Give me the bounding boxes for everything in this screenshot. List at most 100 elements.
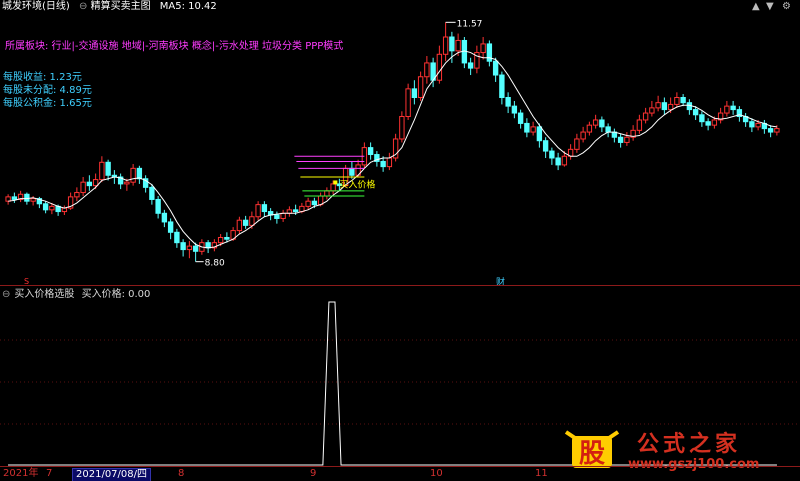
- candle-body: [405, 88, 411, 118]
- candle-body: [524, 122, 530, 133]
- candle-body: [711, 119, 718, 126]
- candle-body: [99, 161, 105, 181]
- candle-body: [86, 181, 93, 187]
- candle-body: [330, 183, 336, 192]
- candle-body: [236, 219, 243, 232]
- candle-body: [661, 102, 668, 111]
- high-price-label: 11.57: [457, 19, 483, 29]
- date-axis: 2021年 7 2021/07/08/四 8 9 10 11: [0, 466, 800, 481]
- indicator-menu-icon[interactable]: ⊖: [79, 0, 87, 14]
- candle-body: [30, 198, 36, 202]
- candle-body: [599, 119, 605, 128]
- indicator-name[interactable]: 精算买卖主图: [91, 0, 151, 14]
- candle-body: [192, 245, 199, 252]
- candle-body: [186, 245, 193, 251]
- svg-text:股: 股: [579, 439, 605, 469]
- candle-body: [180, 242, 186, 251]
- candle-body: [161, 212, 168, 223]
- ma5-line: [8, 50, 777, 249]
- candle-body: [536, 126, 543, 142]
- ma5-readout: MA5: 10.42: [159, 1, 217, 12]
- candle-body: [499, 74, 505, 98]
- candle-body: [605, 126, 611, 133]
- buy-price-readout: 买入价格: 0.00: [81, 289, 151, 300]
- candle-body: [580, 131, 586, 140]
- scroll-down-icon[interactable]: ▼: [766, 0, 774, 14]
- candle-body: [224, 236, 230, 240]
- candle-body: [505, 96, 511, 107]
- candle-body: [367, 147, 374, 156]
- title-bar: 城发环境(日线) ⊖ 精算买卖主图 MA5: 10.42: [0, 0, 800, 14]
- sub-indicator-menu-icon[interactable]: ⊖: [2, 289, 10, 300]
- candle-body: [155, 198, 161, 214]
- candle-body: [105, 161, 111, 176]
- candle-body: [542, 140, 549, 152]
- candle-body: [592, 119, 599, 126]
- sub-indicator-name[interactable]: 买入价格选股: [14, 289, 74, 300]
- candle-body: [730, 105, 736, 111]
- candle-body: [24, 193, 30, 202]
- candle-body: [411, 88, 418, 98]
- candle-body: [74, 192, 80, 198]
- buy-signal-marker: [333, 180, 338, 185]
- candle-body: [774, 128, 780, 133]
- selected-date[interactable]: 2021/07/08/四: [72, 468, 152, 481]
- candle-body: [530, 126, 536, 133]
- candle-body: [674, 96, 680, 105]
- axis-month-7: 7: [46, 468, 53, 479]
- axis-month-10: 10: [430, 468, 443, 479]
- gszj-logo: 股: [560, 426, 624, 470]
- watermark-text: 公式之家: [637, 432, 742, 457]
- axis-month-8: 8: [178, 468, 185, 479]
- candle-body: [130, 167, 136, 183]
- candle-body: [136, 167, 143, 180]
- candle-body: [80, 181, 86, 194]
- axis-month-9: 9: [310, 468, 317, 479]
- candle-body: [292, 209, 299, 213]
- candle-body: [49, 205, 55, 211]
- candle-body: [555, 157, 561, 166]
- candle-body: [417, 76, 424, 98]
- candle-body: [655, 102, 661, 109]
- candle-body: [311, 200, 318, 206]
- candle-body: [749, 121, 755, 128]
- candle-body: [249, 216, 255, 226]
- candle-body: [286, 209, 293, 214]
- candle-body: [455, 39, 461, 52]
- candle-body: [449, 36, 455, 52]
- settings-icon[interactable]: ⚙: [782, 0, 791, 14]
- candle-body: [517, 112, 524, 124]
- price-chart[interactable]: 11.57 8.80 买入价格: [0, 14, 800, 286]
- candle-body: [617, 136, 624, 143]
- stock-name[interactable]: 城发环境(日线): [2, 0, 70, 14]
- buy-price-label: 买入价格: [339, 178, 375, 190]
- candle-body: [349, 167, 355, 176]
- candle-body: [642, 112, 649, 121]
- candle-body: [274, 214, 280, 219]
- candle-body: [755, 122, 761, 128]
- candle-body: [549, 150, 555, 159]
- candle-body: [280, 212, 286, 219]
- candle-body: [767, 128, 774, 133]
- candle-body: [149, 186, 155, 200]
- axis-year: 2021年: [3, 468, 39, 479]
- candle-body: [442, 36, 449, 55]
- candle-body: [217, 236, 224, 244]
- candle-body: [705, 121, 711, 126]
- candle-body: [380, 160, 386, 168]
- candle-body: [305, 200, 311, 207]
- candle-body: [624, 136, 630, 143]
- candle-body: [92, 179, 99, 187]
- candle-body: [242, 219, 249, 226]
- candle-body: [386, 157, 393, 168]
- scroll-up-icon[interactable]: ▲: [752, 0, 760, 14]
- pane-separator: [0, 285, 800, 286]
- candle-body: [205, 242, 211, 249]
- candle-body: [436, 53, 443, 81]
- financial-report-marker[interactable]: 财: [496, 275, 505, 288]
- candle-body: [667, 103, 674, 111]
- candle-body: [255, 204, 261, 218]
- candle-body: [399, 116, 405, 140]
- candle-body: [561, 155, 568, 166]
- candle-body: [636, 119, 643, 131]
